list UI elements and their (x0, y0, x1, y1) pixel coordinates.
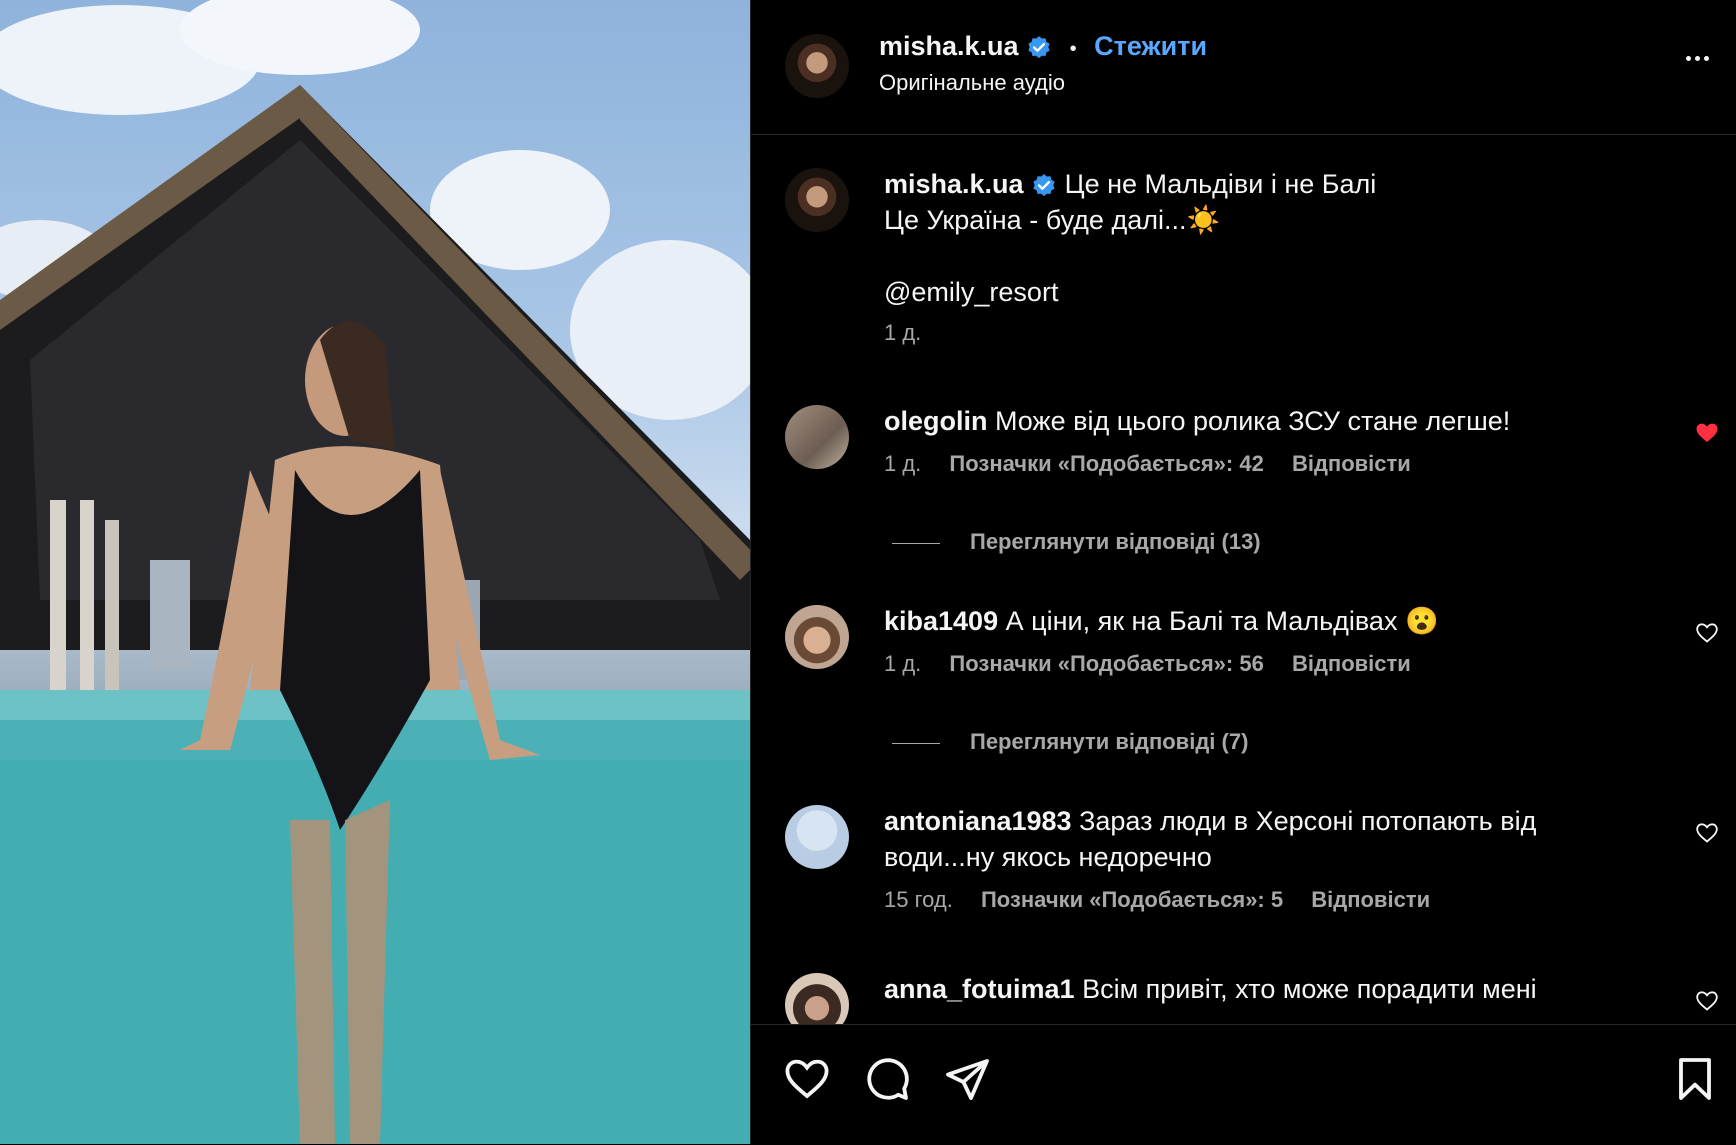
reply-button[interactable]: Відповісти (1292, 451, 1411, 476)
post-details-panel: misha.k.ua • Стежити Оригінальне аудіо m… (750, 0, 1736, 1145)
owner-avatar[interactable] (785, 34, 849, 98)
heart-icon[interactable] (783, 1055, 831, 1103)
separator-dot: • (1069, 38, 1077, 60)
comment: anna_fotuima1 Всім привіт, хто може пора… (884, 971, 1644, 1007)
comment-likes[interactable]: Позначки «Подобається»: 42 (949, 451, 1263, 476)
view-replies-button[interactable]: Переглянути відповіді (7) (892, 729, 1248, 755)
comment-time: 15 год. (884, 887, 953, 912)
heart-icon[interactable] (1695, 821, 1719, 845)
comment: olegolin Може від цього ролика ЗСУ стане… (884, 403, 1644, 477)
comment-icon[interactable] (863, 1055, 911, 1103)
caption: misha.k.ua Це не Мальдіви і не Балі Це У… (884, 166, 1684, 346)
verified-icon (1033, 173, 1055, 197)
more-icon[interactable] (1684, 48, 1711, 66)
heart-icon[interactable] (1695, 621, 1719, 645)
view-replies-button[interactable]: Переглянути відповіді (13) (892, 529, 1261, 555)
caption-time: 1 д. (884, 320, 922, 345)
comment-avatar[interactable] (785, 605, 849, 669)
comment-text: Всім привіт, хто може порадити мені (1082, 974, 1537, 1004)
comment-username[interactable]: kiba1409 (884, 606, 998, 636)
reply-button[interactable]: Відповісти (1311, 887, 1430, 912)
comment-time: 1 д. (884, 651, 922, 676)
caption-text-2: Це Україна - буде далі...☀️ (884, 205, 1221, 235)
bookmark-icon[interactable] (1671, 1055, 1719, 1103)
comment-likes[interactable]: Позначки «Подобається»: 56 (949, 651, 1263, 676)
comment: kiba1409 А ціни, як на Балі та Мальдівах… (884, 603, 1644, 677)
comment-username[interactable]: antoniana1983 (884, 806, 1072, 836)
original-audio-link[interactable]: Оригінальне аудіо (879, 68, 1065, 98)
header-title-row: misha.k.ua • Стежити (879, 28, 1207, 67)
comment-text: А ціни, як на Балі та Мальдівах 😮 (1005, 606, 1439, 636)
caption-avatar[interactable] (785, 168, 849, 232)
post-header: misha.k.ua • Стежити Оригінальне аудіо (751, 0, 1736, 135)
heart-icon[interactable] (1695, 989, 1719, 1013)
comment-likes[interactable]: Позначки «Подобається»: 5 (981, 887, 1283, 912)
post-actions-bar (751, 1024, 1736, 1145)
reply-button[interactable]: Відповісти (1292, 651, 1411, 676)
caption-username[interactable]: misha.k.ua (884, 169, 1024, 199)
comment-text: Може від цього ролика ЗСУ стане легше! (995, 406, 1511, 436)
comment-username[interactable]: anna_fotuima1 (884, 974, 1075, 1004)
caption-mention[interactable]: @emily_resort (884, 274, 1684, 310)
comment-avatar[interactable] (785, 805, 849, 869)
liked-heart-icon[interactable] (1695, 421, 1719, 445)
caption-line-1: misha.k.ua Це не Мальдіви і не Балі (884, 166, 1684, 202)
share-icon[interactable] (943, 1055, 991, 1103)
follow-button[interactable]: Стежити (1094, 31, 1207, 61)
comment-avatar[interactable] (785, 973, 849, 1024)
comment-username[interactable]: olegolin (884, 406, 988, 436)
comment: antoniana1983 Зараз люди в Херсоні потоп… (884, 803, 1644, 913)
caption-text-1: Це не Мальдіви і не Балі (1064, 169, 1377, 199)
comments-scroll-area[interactable]: misha.k.ua Це не Мальдіви і не Балі Це У… (751, 135, 1736, 1024)
post-media[interactable] (0, 0, 750, 1144)
comment-avatar[interactable] (785, 405, 849, 469)
post-photo (0, 0, 750, 1144)
verified-icon (1028, 35, 1050, 59)
owner-username[interactable]: misha.k.ua (879, 31, 1019, 61)
comment-time: 1 д. (884, 451, 922, 476)
